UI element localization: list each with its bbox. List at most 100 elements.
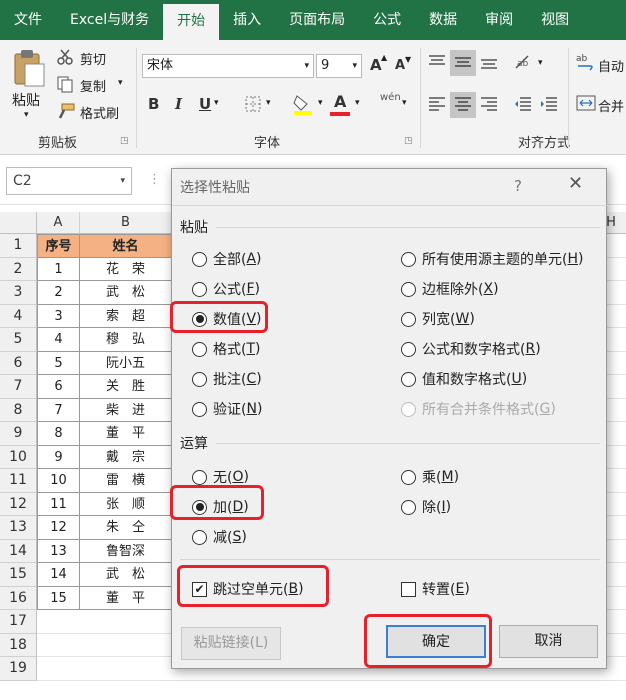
close-icon[interactable]: ✕ <box>568 173 583 194</box>
copy-button[interactable]: 复制 <box>80 76 106 95</box>
row-header[interactable]: 5 <box>0 328 37 352</box>
grid-row[interactable] <box>37 657 172 681</box>
seq-cell[interactable]: 3 <box>37 304 80 328</box>
row-header[interactable]: 3 <box>0 281 37 305</box>
clipboard-launcher-icon[interactable]: ◳ <box>120 136 129 146</box>
border-icon[interactable] <box>244 95 262 113</box>
seq-cell[interactable]: 11 <box>37 492 80 516</box>
paste-link-button[interactable]: 粘贴链接(L) <box>181 627 281 660</box>
grid-row[interactable] <box>37 634 172 657</box>
align-top-icon[interactable] <box>428 54 446 70</box>
paste-option-radio[interactable]: 所有使用源主题的单元(H) <box>401 249 583 269</box>
grow-font-button[interactable]: A <box>370 56 382 74</box>
name-cell[interactable]: 花 荣 <box>80 257 172 281</box>
name-cell[interactable]: 朱 仝 <box>80 516 172 540</box>
copy-dropdown-icon[interactable]: ▾ <box>118 78 123 88</box>
name-box[interactable]: C2 ▾ <box>6 167 132 195</box>
name-cell[interactable]: 穆 弘 <box>80 328 172 352</box>
paste-option-radio[interactable]: 公式和数字格式(R) <box>401 339 541 359</box>
header-seq-cell[interactable]: 序号 <box>37 234 80 258</box>
paste-option-radio[interactable]: 全部(A) <box>192 249 262 269</box>
row-header[interactable]: 18 <box>0 633 37 657</box>
tab-7[interactable]: 审阅 <box>471 0 527 40</box>
row-header[interactable]: 13 <box>0 516 37 540</box>
bold-button[interactable]: B <box>148 95 159 113</box>
font-color-button[interactable]: A <box>334 92 346 111</box>
name-cell[interactable]: 戴 宗 <box>80 445 172 469</box>
skip-blanks-checkbox[interactable]: ✔ 跳过空单元(B) <box>192 579 304 599</box>
shrink-font-button[interactable]: A <box>395 58 405 73</box>
row-header[interactable]: 4 <box>0 304 37 328</box>
tab-0[interactable]: 文件 <box>0 0 56 40</box>
row-header[interactable]: 14 <box>0 539 37 563</box>
help-icon[interactable]: ? <box>514 177 522 195</box>
grid-row[interactable] <box>37 610 172 634</box>
font-color-dropdown-icon[interactable]: ▾ <box>355 98 360 108</box>
paste-option-radio[interactable]: 批注(C) <box>192 369 262 389</box>
seq-cell[interactable]: 12 <box>37 516 80 540</box>
tab-4[interactable]: 页面布局 <box>275 0 359 40</box>
seq-cell[interactable]: 1 <box>37 257 80 281</box>
merge-center-icon[interactable] <box>576 94 596 112</box>
name-cell[interactable]: 鲁智深 <box>80 539 172 563</box>
paste-option-radio[interactable]: 边框除外(X) <box>401 279 499 299</box>
wrap-text-button[interactable]: 自动 <box>598 56 624 75</box>
row-header[interactable]: 9 <box>0 422 37 446</box>
phonetic-dropdown-icon[interactable]: ▾ <box>402 98 407 108</box>
name-cell[interactable]: 阮小五 <box>80 351 172 375</box>
name-cell[interactable]: 索 超 <box>80 304 172 328</box>
align-right-icon[interactable] <box>480 96 498 112</box>
row-header[interactable]: 15 <box>0 563 37 587</box>
row-header[interactable]: 2 <box>0 257 37 281</box>
font-launcher-icon[interactable]: ◳ <box>404 136 413 146</box>
seq-cell[interactable]: 15 <box>37 586 80 610</box>
paste-option-radio[interactable]: 数值(V) <box>192 309 262 329</box>
fill-color-dropdown-icon[interactable]: ▾ <box>318 98 323 108</box>
font-name-select[interactable]: 宋体 ▾ <box>142 54 314 78</box>
seq-cell[interactable]: 14 <box>37 563 80 587</box>
transpose-checkbox[interactable]: 转置(E) <box>401 579 470 599</box>
seq-cell[interactable]: 8 <box>37 422 80 446</box>
row-header[interactable]: 7 <box>0 375 37 399</box>
paste-option-radio[interactable]: 格式(T) <box>192 339 261 359</box>
seq-cell[interactable]: 4 <box>37 328 80 352</box>
name-cell[interactable]: 张 顺 <box>80 492 172 516</box>
operation-radio[interactable]: 减(S) <box>192 527 247 547</box>
ok-button[interactable]: 确定 <box>386 625 486 658</box>
paste-option-radio[interactable]: 值和数字格式(U) <box>401 369 527 389</box>
seq-cell[interactable]: 5 <box>37 351 80 375</box>
row-header[interactable]: 6 <box>0 351 37 375</box>
paste-icon[interactable] <box>12 48 46 88</box>
row-header[interactable]: 17 <box>0 610 37 634</box>
name-cell[interactable]: 武 松 <box>80 281 172 305</box>
name-cell[interactable]: 柴 进 <box>80 398 172 422</box>
tab-5[interactable]: 公式 <box>359 0 415 40</box>
align-bottom-icon[interactable] <box>480 54 498 70</box>
operation-radio[interactable]: 除(I) <box>401 497 451 517</box>
paste-dropdown-icon[interactable]: ▾ <box>24 110 29 120</box>
name-cell[interactable]: 武 松 <box>80 563 172 587</box>
name-cell[interactable]: 董 平 <box>80 422 172 446</box>
name-cell[interactable]: 关 胜 <box>80 375 172 399</box>
seq-cell[interactable]: 2 <box>37 281 80 305</box>
paste-option-radio[interactable]: 验证(N) <box>192 399 262 419</box>
row-header[interactable]: 1 <box>0 234 37 258</box>
align-left-icon[interactable] <box>428 96 446 112</box>
border-dropdown-icon[interactable]: ▾ <box>266 98 271 108</box>
operation-radio[interactable]: 乘(M) <box>401 467 459 487</box>
increase-indent-icon[interactable] <box>540 96 558 112</box>
row-header[interactable]: 16 <box>0 586 37 610</box>
select-all-corner[interactable] <box>0 212 37 234</box>
cancel-button[interactable]: 取消 <box>499 625 598 658</box>
column-header-b[interactable]: B <box>80 212 172 234</box>
row-header[interactable]: 12 <box>0 492 37 516</box>
align-center-icon[interactable] <box>454 96 472 112</box>
tab-8[interactable]: 视图 <box>527 0 583 40</box>
name-cell[interactable]: 董 平 <box>80 586 172 610</box>
italic-button[interactable]: I <box>175 95 182 113</box>
align-middle-icon[interactable] <box>454 54 472 70</box>
underline-dropdown-icon[interactable]: ▾ <box>214 98 219 108</box>
row-header[interactable]: 19 <box>0 657 37 681</box>
row-header[interactable]: 8 <box>0 398 37 422</box>
row-header[interactable]: 10 <box>0 445 37 469</box>
